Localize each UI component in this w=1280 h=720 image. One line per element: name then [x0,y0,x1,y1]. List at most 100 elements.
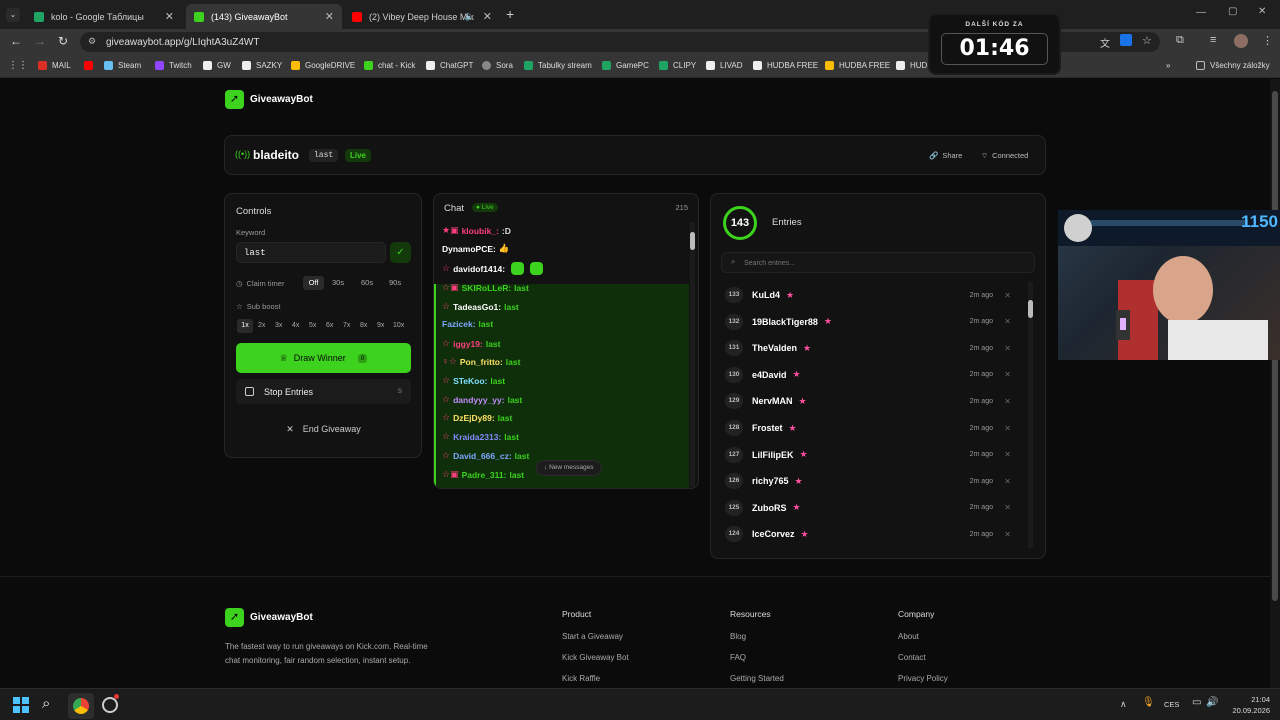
tab-giveawaybot[interactable]: (143) GiveawayBot ✕ [186,4,342,29]
entry-row[interactable]: 124 IceCorvez ★ 2m ago ✕ [725,521,1015,547]
entry-row[interactable]: 126 richy765 ★ 2m ago ✕ [725,468,1015,494]
remove-entry-icon[interactable]: ✕ [1004,503,1011,512]
bookmark-livad[interactable]: LIVAD [706,61,743,70]
bookmark-mail[interactable]: MAIL [38,61,71,70]
bookmark-gw[interactable]: GW [203,61,231,70]
chat-username[interactable]: David_666_cz: [453,451,512,461]
footer-link[interactable]: Contact [898,653,948,662]
minimize-icon[interactable]: — [1196,7,1206,18]
chrome-taskbar-button[interactable] [68,693,94,719]
chat-username[interactable]: DynamoPCE: [442,244,496,254]
chat-scrollbar-thumb[interactable] [690,232,695,250]
forward-icon[interactable]: → [34,34,46,48]
close-window-icon[interactable]: ✕ [1258,6,1266,17]
boost-option[interactable]: 4x [292,319,299,333]
remove-entry-icon[interactable]: ✕ [1004,370,1011,379]
keyword-input[interactable]: last [236,242,386,263]
share-button[interactable]: 🔗 Share [929,151,962,160]
site-info-icon[interactable]: ⚙ [88,36,96,47]
bookmarks-overflow-icon[interactable]: » [1166,61,1170,70]
tab-search-button[interactable]: ⌄ [6,8,20,22]
boost-option[interactable]: 7x [343,319,350,333]
entry-row[interactable]: 125 ZuboRS ★ 2m ago ✕ [725,495,1015,521]
all-bookmarks-folder[interactable]: Všechny záložky [1196,61,1270,70]
chat-username[interactable]: davidof1414: [453,264,505,274]
new-messages-button[interactable]: ↓ New messages [536,460,602,476]
boost-option[interactable]: 3x [275,319,282,333]
claim-option-90s[interactable]: 90s [389,276,401,290]
remove-entry-icon[interactable]: ✕ [1004,344,1011,353]
page-scrollbar[interactable] [1270,79,1280,688]
site-logo[interactable]: ➚ GiveawayBot [225,90,313,109]
footer-link[interactable]: About [898,632,948,641]
footer-link[interactable]: FAQ [730,653,784,662]
tab-youtube[interactable]: (2) Vibey Deep House Mix 🔈 ✕ [344,4,500,29]
boost-option[interactable]: 8x [360,319,367,333]
chat-username[interactable]: STeKoo: [453,376,487,386]
boost-option[interactable]: 6x [326,319,333,333]
boost-option[interactable]: 10x [393,319,404,333]
chat-username[interactable]: kloubik_: [462,226,499,236]
chat-username[interactable]: Fazicek: [442,319,476,329]
microphone-icon[interactable]: 🎙 [1142,697,1155,708]
bookmark-chat-kick[interactable]: chat - Kick [364,61,415,70]
bookmark-googledrive[interactable]: GoogleDRIVE [291,61,355,70]
claim-option-off[interactable]: Off [303,276,324,290]
chat-username[interactable]: SKIRoLLeR: [462,283,512,293]
maximize-icon[interactable]: ▢ [1228,6,1237,17]
monitor-icon[interactable]: ▭ [1192,697,1201,708]
remove-entry-icon[interactable]: ✕ [1004,477,1011,486]
remove-entry-icon[interactable]: ✕ [1004,291,1011,300]
footer-link[interactable]: Kick Raffle [562,674,629,683]
draw-winner-button[interactable]: ♕ Draw Winner 0 [236,343,411,373]
extension-active-icon[interactable] [1120,34,1132,46]
entries-search[interactable]: ⌕ [721,252,1035,273]
bookmark-sazky[interactable]: SAZKY [242,61,282,70]
bookmark-steam[interactable]: Steam [104,61,141,70]
entries-scrollbar[interactable] [1028,282,1033,548]
chat-username[interactable]: Padre_311: [462,470,507,480]
close-tab-icon[interactable]: ✕ [483,10,492,23]
extensions-icon[interactable]: ⧉ [1176,34,1184,47]
bookmark-twitch[interactable]: Twitch [155,61,192,70]
boost-option[interactable]: 1x [237,319,253,333]
bookmark-gamepc[interactable]: GamePC [602,61,649,70]
bookmark-youtube[interactable] [84,61,98,70]
entry-row[interactable]: 130 e4David ★ 2m ago ✕ [725,362,1015,388]
remove-entry-icon[interactable]: ✕ [1004,317,1011,326]
chat-username[interactable]: iggy19: [453,339,483,349]
entry-row[interactable]: 131 TheValden ★ 2m ago ✕ [725,335,1015,361]
stop-entries-button[interactable]: Stop Entries S [236,379,411,404]
bookmark-hudba-free-2[interactable]: HUDBA FREE [825,61,890,70]
bookmark-clipy[interactable]: CLIPY [659,61,696,70]
new-tab-button[interactable]: + [506,6,514,22]
bookmark-hudb[interactable]: HUDB [896,61,933,70]
boost-option[interactable]: 5x [309,319,316,333]
profile-avatar[interactable] [1234,34,1248,48]
audio-icon[interactable]: 🔈 [465,11,476,22]
entry-row[interactable]: 133 KuLd4 ★ 2m ago ✕ [725,282,1015,308]
entry-row[interactable]: 128 Frostet ★ 2m ago ✕ [725,415,1015,441]
remove-entry-icon[interactable]: ✕ [1004,530,1011,539]
boost-option[interactable]: 9x [377,319,384,333]
obs-icon[interactable] [102,697,118,713]
chat-username[interactable]: dandyyy_yy: [453,395,505,405]
remove-entry-icon[interactable]: ✕ [1004,397,1011,406]
language-indicator[interactable]: CES [1164,700,1179,709]
search-icon[interactable]: ⌕ [42,695,50,712]
footer-link[interactable]: Privacy Policy [898,674,948,683]
chat-scrollbar[interactable] [690,222,695,487]
chat-username[interactable]: TadeasGo1: [453,302,501,312]
footer-link[interactable]: Kick Giveaway Bot [562,653,629,662]
volume-icon[interactable]: 🔊 [1206,697,1218,708]
entry-row[interactable]: 127 LilFilipEK ★ 2m ago ✕ [725,442,1015,468]
menu-icon[interactable]: ⋮ [1262,34,1273,47]
claim-option-60s[interactable]: 60s [361,276,373,290]
bookmark-hudba-free-1[interactable]: HUDBA FREE [753,61,818,70]
close-tab-icon[interactable]: ✕ [325,10,334,23]
remove-entry-icon[interactable]: ✕ [1004,424,1011,433]
remove-entry-icon[interactable]: ✕ [1004,450,1011,459]
close-tab-icon[interactable]: ✕ [165,10,174,23]
entry-row[interactable]: 132 19BlackTiger88 ★ 2m ago ✕ [725,309,1015,335]
tab-sheets[interactable]: kolo - Google Таблицы ✕ [26,4,182,29]
